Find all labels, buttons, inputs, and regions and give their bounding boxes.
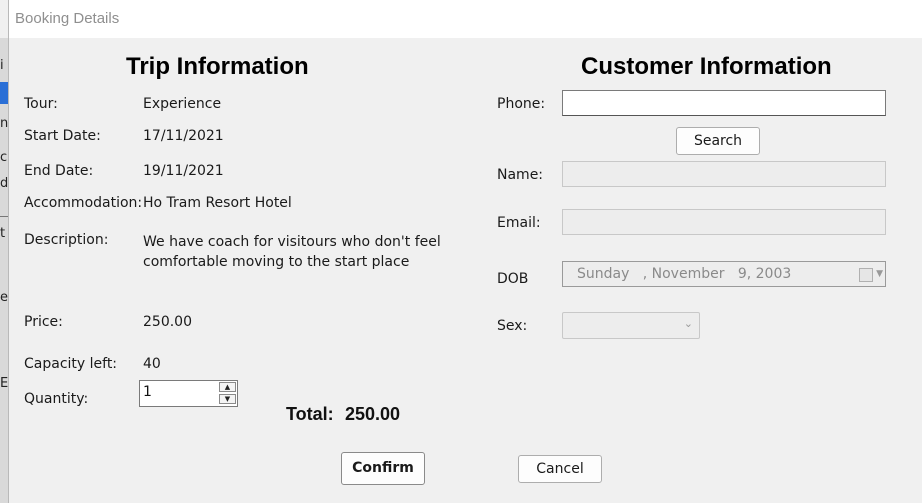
quantity-spinner[interactable]: 1 ▲ ▼ [139,380,238,407]
total-value: 250.00 [345,404,401,424]
description-line: comfortable moving to the start place [143,254,410,270]
name-label: Name: [497,167,544,183]
trip-information-heading: Trip Information [126,53,309,80]
background-text-fragment: d [0,176,8,191]
total-label: Total: [286,404,334,424]
confirm-button[interactable]: Confirm [341,452,425,485]
accommodation-label: Accommodation: [24,195,143,211]
tour-value: Experience [143,96,222,112]
background-divider [0,216,8,217]
tour-label: Tour: [24,96,58,112]
calendar-icon[interactable] [859,268,873,282]
accommodation-value: Ho Tram Resort Hotel [143,195,292,211]
background-selected-row [0,82,8,104]
capacity-left-label: Capacity left: [24,356,118,372]
dob-label: DOB [497,271,529,287]
spin-up-icon[interactable]: ▲ [219,382,236,392]
email-field[interactable] [562,209,886,235]
spin-down-icon[interactable]: ▼ [219,394,236,404]
booking-details-dialog: Booking Details Trip Information Tour: E… [8,0,922,503]
quantity-value[interactable]: 1 [143,384,152,400]
description-label: Description: [24,232,109,248]
chevron-down-icon[interactable]: ▼ [876,262,883,286]
chevron-down-icon: ⌄ [683,317,693,330]
background-window-edge: i n c d t e E [0,38,8,503]
dob-date-picker[interactable]: Sunday , November 9, 2003 ▼ [562,261,886,287]
price-label: Price: [24,314,63,330]
customer-information-heading: Customer Information [581,53,832,80]
end-date-value: 19/11/2021 [143,163,224,179]
start-date-value: 17/11/2021 [143,128,224,144]
background-text-fragment: e [0,290,8,305]
price-value: 250.00 [143,314,192,330]
sex-select[interactable]: ⌄ [562,312,700,339]
quantity-label: Quantity: [24,391,89,407]
background-text-fragment: n [0,116,8,131]
sex-label: Sex: [497,318,528,334]
title-bar[interactable]: Booking Details [9,0,922,38]
search-button[interactable]: Search [676,127,760,155]
dob-value: Sunday , November 9, 2003 [577,266,792,282]
background-text-fragment: i [0,58,4,73]
phone-input[interactable] [562,90,886,116]
capacity-left-value: 40 [143,356,161,372]
background-text-fragment: t [0,226,6,241]
window-title: Booking Details [15,10,120,27]
email-label: Email: [497,215,541,231]
description-line: We have coach for visitours who don't fe… [143,234,441,250]
cancel-button[interactable]: Cancel [518,455,602,483]
description-value: We have coach for visitours who don't fe… [143,232,441,272]
background-text-fragment: c [0,150,8,165]
start-date-label: Start Date: [24,128,101,144]
background-text-fragment: E [0,376,8,391]
end-date-label: End Date: [24,163,94,179]
phone-label: Phone: [497,96,546,112]
name-field[interactable] [562,161,886,187]
